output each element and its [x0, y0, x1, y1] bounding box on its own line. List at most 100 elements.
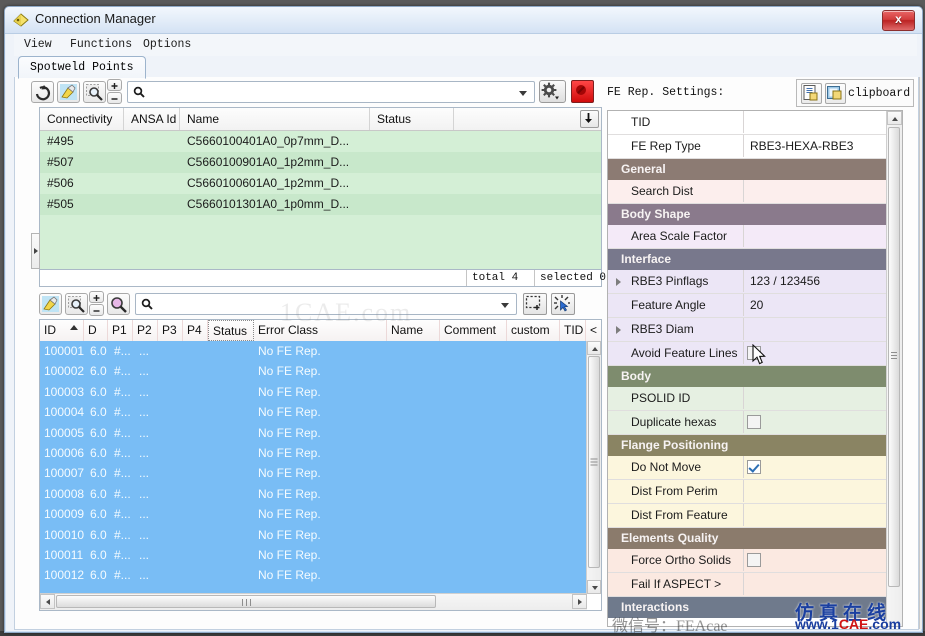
zoom-in-button-2[interactable]: [89, 291, 104, 303]
paste-from-clipboard-button[interactable]: [825, 83, 846, 104]
chevron-down-icon-2[interactable]: [501, 303, 509, 308]
column-header-extra[interactable]: [454, 108, 579, 130]
column-header-error-class[interactable]: Error Class: [254, 320, 387, 341]
delete-button[interactable]: [571, 80, 594, 103]
scroll-thumb-vertical[interactable]: [588, 356, 600, 568]
property-row-fe-rep-type[interactable]: FE Rep Type RBE3-HEXA-RBE3: [608, 135, 902, 159]
property-row-rbe3-pinflags[interactable]: RBE3 Pinflags 123 / 123456: [608, 270, 902, 294]
checkbox-duplicate-hexas[interactable]: [747, 415, 761, 429]
scroll-thumb-horizontal[interactable]: [56, 595, 436, 608]
property-row-force-ortho-solids[interactable]: Force Ortho Solids: [608, 549, 902, 573]
zoom-button-2[interactable]: [65, 293, 88, 315]
table-row[interactable]: 100008 6.0 #... ... No FE Rep.: [40, 484, 587, 504]
fe-scroll-thumb[interactable]: [888, 127, 900, 587]
bottom-search-input[interactable]: [160, 296, 496, 314]
menu-item-options[interactable]: Options: [137, 37, 197, 53]
table-row[interactable]: 100005 6.0 #... ... No FE Rep.: [40, 423, 587, 443]
table-horizontal-scrollbar[interactable]: [40, 593, 587, 610]
property-row-dist-from-feature[interactable]: Dist From Feature: [608, 504, 902, 528]
close-button[interactable]: x: [882, 10, 915, 31]
column-header-p3[interactable]: P3: [158, 320, 183, 341]
fe-scroll-up-button[interactable]: [887, 111, 902, 125]
property-value[interactable]: [743, 480, 902, 502]
column-chooser-button[interactable]: [580, 110, 599, 128]
top-search-input[interactable]: [152, 84, 514, 102]
column-header-id[interactable]: ID: [40, 320, 84, 341]
property-value[interactable]: [743, 573, 902, 595]
panel-splitter[interactable]: [919, 77, 923, 629]
property-row-feature-angle[interactable]: Feature Angle 20: [608, 294, 902, 318]
column-header-comment[interactable]: Comment: [440, 320, 507, 341]
zoom-button[interactable]: [83, 81, 106, 103]
property-value[interactable]: [743, 504, 902, 526]
scroll-down-button[interactable]: [587, 580, 601, 594]
copy-to-clipboard-button[interactable]: [801, 83, 822, 104]
pick-select-button[interactable]: [551, 293, 575, 315]
property-value[interactable]: [743, 411, 902, 433]
paint-button[interactable]: [57, 81, 80, 103]
property-value[interactable]: [743, 111, 902, 133]
column-header-status[interactable]: Status: [208, 320, 254, 341]
panel-collapse-handle[interactable]: [31, 233, 40, 269]
table-row[interactable]: 100009 6.0 #... ... No FE Rep.: [40, 504, 587, 524]
table-row[interactable]: 100003 6.0 #... ... No FE Rep.: [40, 382, 587, 402]
property-value[interactable]: RBE3-HEXA-RBE3: [743, 135, 902, 157]
property-row-search-dist[interactable]: Search Dist: [608, 180, 902, 204]
property-row-tid[interactable]: TID: [608, 111, 902, 135]
column-header-name[interactable]: Name: [387, 320, 440, 341]
menu-item-view[interactable]: View: [18, 37, 58, 53]
column-header-d[interactable]: D: [84, 320, 108, 341]
property-value[interactable]: [743, 342, 902, 364]
table-row[interactable]: 100012 6.0 #... ... No FE Rep.: [40, 565, 587, 585]
column-header-name[interactable]: Name: [180, 108, 370, 130]
table-row[interactable]: 100004 6.0 #... ... No FE Rep.: [40, 402, 587, 422]
property-row-dist-from-perim[interactable]: Dist From Perim: [608, 480, 902, 504]
property-row-rbe3-diam[interactable]: RBE3 Diam: [608, 318, 902, 342]
column-header-connectivity[interactable]: Connectivity: [40, 108, 124, 130]
property-value[interactable]: [743, 387, 902, 409]
paint-button-2[interactable]: [39, 293, 62, 315]
column-header-more[interactable]: <: [586, 320, 602, 341]
menu-item-functions[interactable]: Functions: [64, 37, 138, 53]
column-header-ansa-id[interactable]: ANSA Id: [124, 108, 180, 130]
property-row-area-scale-factor[interactable]: Area Scale Factor: [608, 225, 902, 249]
rect-select-button[interactable]: [523, 293, 547, 315]
zoom-in-button[interactable]: [107, 79, 122, 91]
property-value[interactable]: [743, 318, 902, 340]
column-header-custom[interactable]: custom: [507, 320, 560, 341]
status-filter-field[interactable]: [40, 270, 466, 286]
table-row[interactable]: 100010 6.0 #... ... No FE Rep.: [40, 525, 587, 545]
table-row[interactable]: 100002 6.0 #... ... No FE Rep.: [40, 361, 587, 381]
property-row-fail-if-aspect[interactable]: Fail If ASPECT >: [608, 573, 902, 597]
property-value[interactable]: [743, 180, 902, 202]
column-header-p1[interactable]: P1: [108, 320, 133, 341]
settings-button[interactable]: [539, 80, 566, 103]
checkbox-avoid-feature-lines[interactable]: [747, 346, 761, 360]
property-value[interactable]: [743, 456, 902, 478]
table-row[interactable]: #506 C5660100601A0_1p2mm_D...: [40, 173, 601, 194]
zoom-out-button-2[interactable]: [89, 304, 104, 316]
table-row[interactable]: #505 C5660101301A0_1p0mm_D...: [40, 194, 601, 215]
table-vertical-scrollbar[interactable]: [586, 341, 601, 594]
table-body-2[interactable]: 100001 6.0 #... ... No FE Rep. 100002 6.…: [40, 341, 587, 594]
table-row[interactable]: 100011 6.0 #... ... No FE Rep.: [40, 545, 587, 565]
column-header-p4[interactable]: P4: [183, 320, 208, 341]
fe-panel-vertical-scrollbar[interactable]: [886, 111, 902, 626]
property-row-duplicate-hexas[interactable]: Duplicate hexas: [608, 411, 902, 435]
tab-spotweld-points[interactable]: Spotweld Points: [18, 56, 146, 79]
property-value[interactable]: 123 / 123456: [743, 270, 902, 292]
scroll-right-button[interactable]: [572, 594, 587, 609]
column-header-status[interactable]: Status: [370, 108, 454, 130]
scroll-up-button[interactable]: [587, 341, 601, 355]
column-header-tid[interactable]: TID: [560, 320, 586, 341]
scroll-left-button[interactable]: [40, 594, 55, 609]
table-row[interactable]: #507 C5660100901A0_1p2mm_D...: [40, 152, 601, 173]
table-row[interactable]: #495 C5660100401A0_0p7mm_D...: [40, 131, 601, 152]
property-value[interactable]: 20: [743, 294, 902, 316]
property-value[interactable]: [743, 549, 902, 571]
magnifier-pink-button[interactable]: [107, 293, 130, 315]
property-row-avoid-feature-lines[interactable]: Avoid Feature Lines: [608, 342, 902, 366]
zoom-out-button[interactable]: [107, 92, 122, 104]
property-row-do-not-move[interactable]: Do Not Move: [608, 456, 902, 480]
property-value[interactable]: [743, 225, 902, 247]
